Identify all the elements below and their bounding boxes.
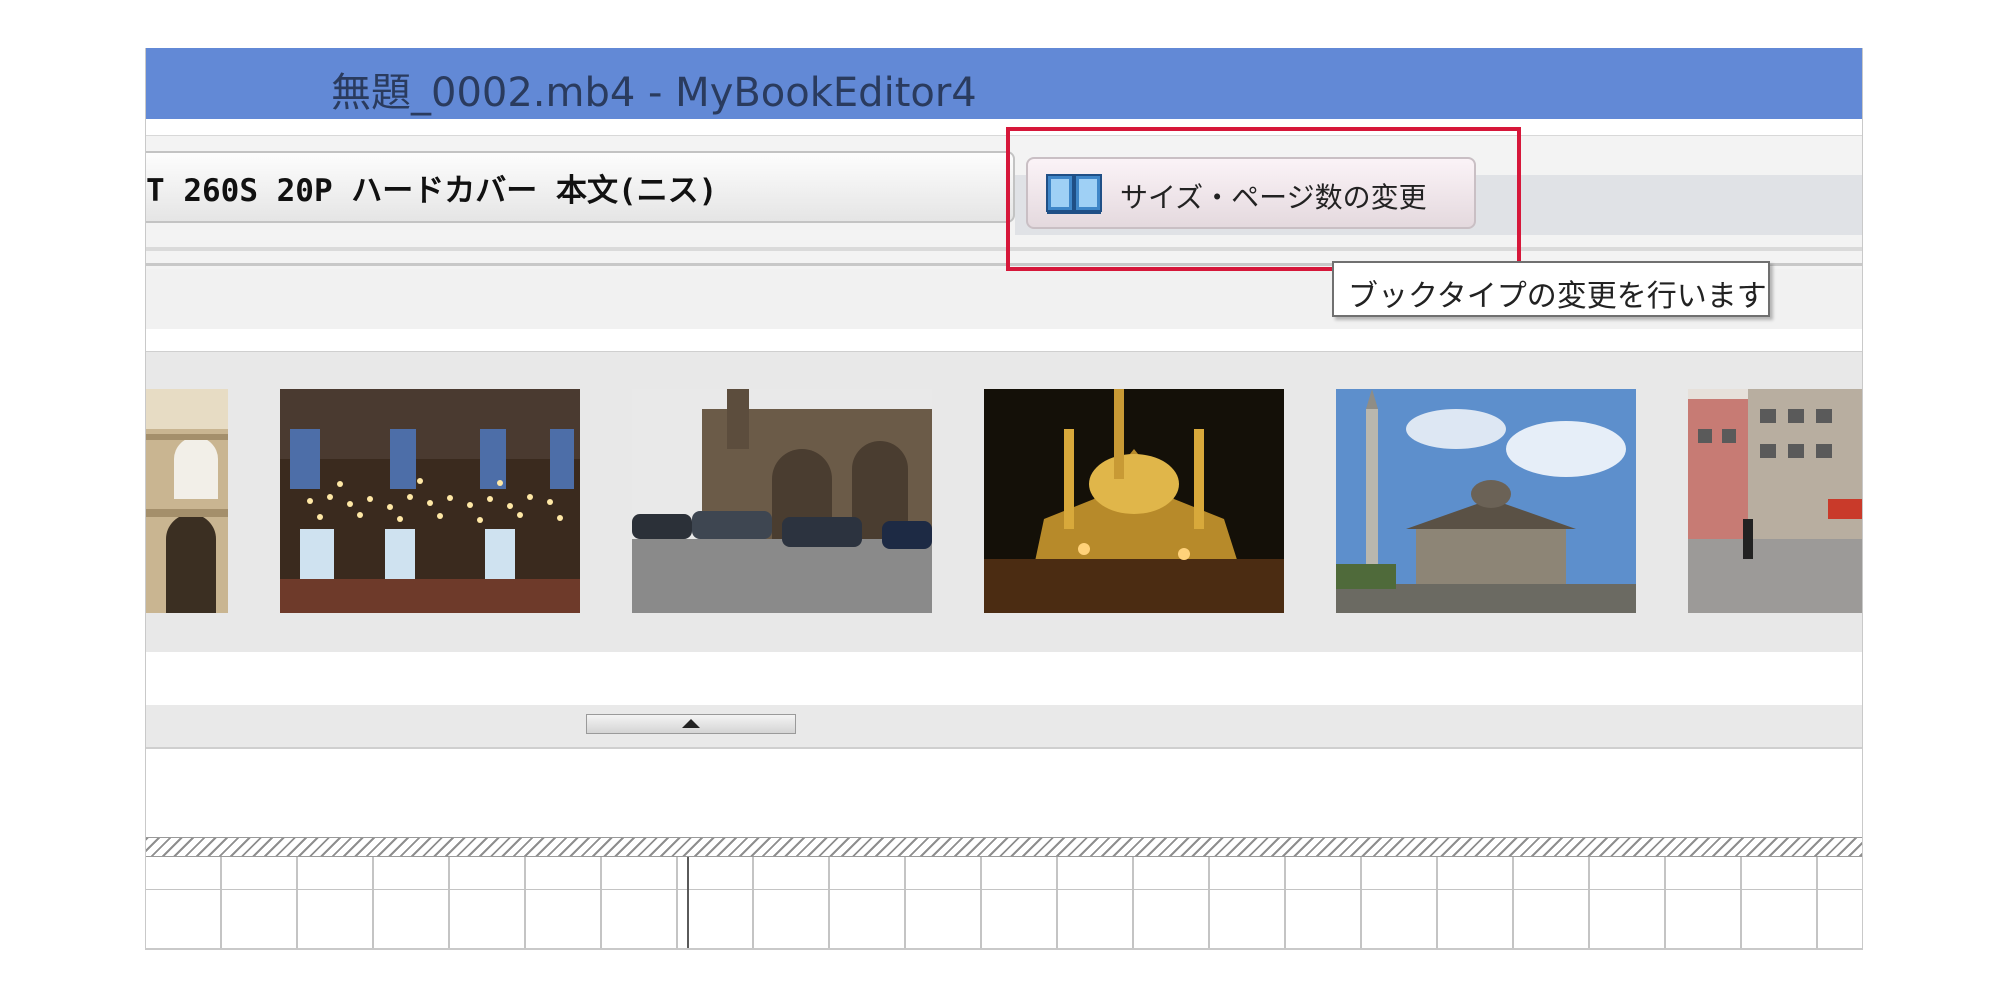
book-type-tab[interactable]: T 260S 20P ハードカバー 本文(ニス) xyxy=(146,151,1015,223)
page-edge-hatch xyxy=(146,837,1862,857)
splitter-handle[interactable] xyxy=(586,714,796,734)
fountain-pavilion-photo xyxy=(1336,389,1636,613)
window-bottom-border xyxy=(146,948,1862,950)
ruins-street-photo xyxy=(632,389,932,613)
tooltip: ブックタイプの変更を行います xyxy=(1332,261,1770,317)
arrow-up-icon xyxy=(682,719,700,728)
photo-thumbnail[interactable] xyxy=(146,389,228,613)
photo-thumbnail[interactable] xyxy=(1336,389,1636,613)
toolbar-separator xyxy=(146,247,1862,251)
photo-thumbnail[interactable] xyxy=(984,389,1284,613)
ruler-spacer xyxy=(146,749,1862,837)
change-size-pages-button[interactable]: サイズ・ページ数の変更 xyxy=(1026,157,1476,229)
colosseum-photo xyxy=(146,389,228,613)
panel-splitter[interactable] xyxy=(146,705,1862,749)
app-window: 無題_0002.mb4 - MyBookEditor4 T 260S 20P ハ… xyxy=(145,48,1863,950)
book-type-label: T 260S 20P ハードカバー 本文(ニス) xyxy=(146,173,718,209)
title-bar[interactable]: 無題_0002.mb4 - MyBookEditor4 xyxy=(146,48,1862,119)
window-title: 無題_0002.mb4 - MyBookEditor4 xyxy=(331,70,977,116)
photo-thumbnail[interactable] xyxy=(280,389,580,613)
mosque-night-photo xyxy=(984,389,1284,613)
tooltip-text: ブックタイプの変更を行います xyxy=(1348,279,1767,314)
photo-thumbnail[interactable] xyxy=(1688,389,1862,613)
page-layout-grid[interactable] xyxy=(146,857,1862,950)
photo-thumbnail[interactable] xyxy=(632,389,932,613)
book-icon xyxy=(1046,173,1102,215)
page-spread-divider xyxy=(687,857,689,950)
mosque-interior-photo xyxy=(280,389,580,613)
city-street-photo xyxy=(1688,389,1862,613)
change-size-pages-label: サイズ・ページ数の変更 xyxy=(1120,181,1427,214)
photo-strip xyxy=(146,351,1862,652)
toolbar-top-strip xyxy=(146,119,1862,136)
